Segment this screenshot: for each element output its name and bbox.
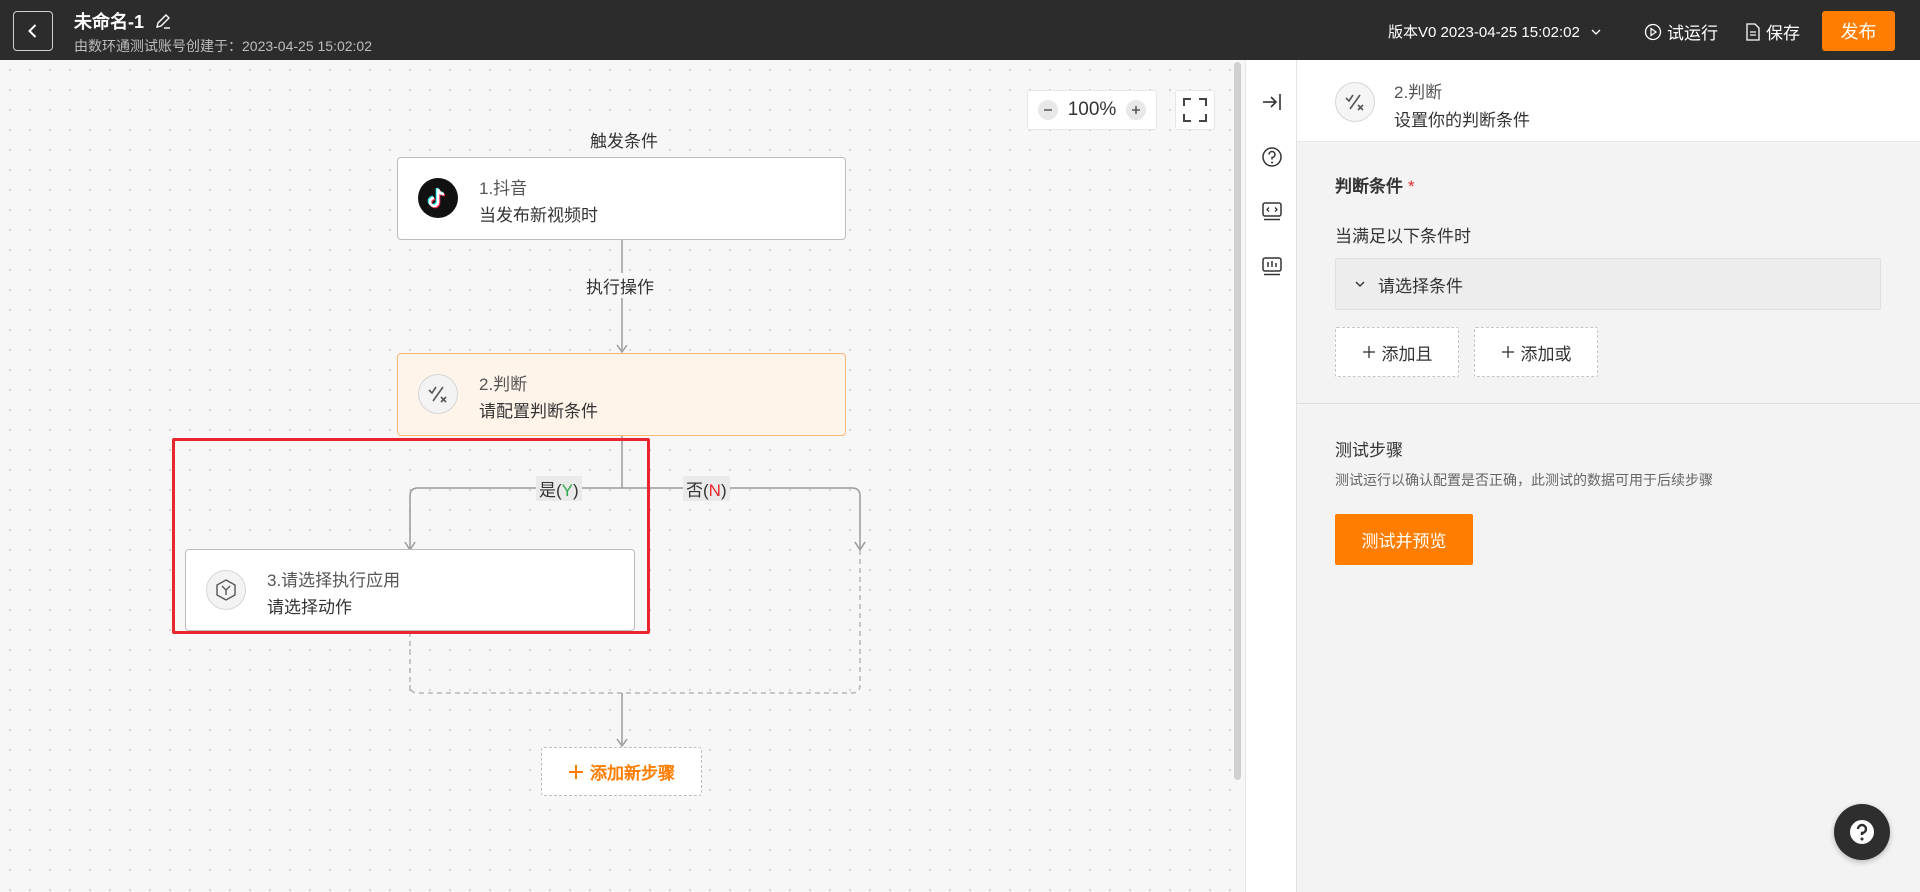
node-title: 1.抖音 — [479, 179, 528, 198]
app-cube-icon — [206, 570, 246, 610]
help-floating-button[interactable] — [1834, 804, 1890, 860]
required-mark: * — [1408, 177, 1415, 196]
help-button[interactable] — [1259, 144, 1285, 170]
branch-yes-prefix: 是( — [539, 481, 562, 500]
publish-button[interactable]: 发布 — [1822, 11, 1895, 51]
branch-yes-suffix: ) — [573, 481, 579, 500]
branch-no-key: N — [708, 481, 721, 500]
add-new-step-label: 添加新步骤 — [590, 764, 675, 783]
save-label: 保存 — [1766, 24, 1800, 43]
collapse-right-icon — [1263, 94, 1281, 110]
side-tool-rail — [1245, 60, 1296, 892]
workflow-title-text: 未命名-1 — [74, 12, 145, 32]
code-view-button[interactable] — [1259, 198, 1285, 224]
branch-no-suffix: ) — [720, 481, 727, 500]
condition-select-placeholder: 请选择条件 — [1378, 276, 1463, 296]
trial-run-label: 试运行 — [1667, 24, 1718, 43]
trial-run-button[interactable]: 试运行 — [1644, 19, 1718, 44]
code-icon — [1262, 202, 1282, 221]
version-dropdown[interactable]: 版本V0 2023-04-25 15:02:02 — [1388, 21, 1602, 42]
plus-icon — [1501, 346, 1514, 358]
condition-section-title-text: 判断条件 — [1335, 177, 1403, 196]
edit-icon[interactable] — [154, 12, 172, 30]
add-and-label: 添加且 — [1381, 344, 1433, 364]
add-or-button[interactable]: 添加或 — [1474, 327, 1598, 377]
collapse-panel-button[interactable] — [1259, 89, 1285, 115]
question-bubble-icon — [1850, 820, 1874, 844]
trigger-label: 触发条件 — [586, 127, 662, 152]
node-subtitle: 请配置判断条件 — [479, 402, 598, 421]
top-bar: 未命名-1 由数环通测试账号创建于：2023-04-25 15:02:02 版本… — [0, 0, 1920, 60]
add-and-button[interactable]: 添加且 — [1335, 327, 1459, 377]
created-info: 由数环通测试账号创建于：2023-04-25 15:02:02 — [74, 38, 372, 54]
node-trigger-douyin[interactable]: 1.抖音 当发布新视频时 — [397, 157, 846, 240]
panel-step-title: 2.判断 — [1394, 83, 1443, 102]
panel-step-subtitle: 设置你的判断条件 — [1394, 111, 1530, 130]
node-subtitle: 请选择动作 — [267, 598, 352, 617]
node-subtitle: 当发布新视频时 — [479, 206, 598, 225]
back-button[interactable] — [13, 11, 53, 51]
play-circle-icon — [1644, 23, 1662, 40]
version-label: 版本V0 2023-04-25 15:02:02 — [1388, 24, 1580, 41]
node-select-app[interactable]: 3.请选择执行应用 请选择动作 — [185, 549, 635, 631]
chevron-down-icon — [1591, 29, 1601, 35]
document-icon — [1746, 22, 1760, 41]
branch-no-tag[interactable]: 否(N) — [683, 476, 730, 501]
condition-icon — [418, 374, 458, 414]
branch-yes-key: Y — [561, 481, 574, 500]
question-circle-icon — [1262, 147, 1282, 167]
node-title: 2.判断 — [479, 375, 528, 394]
action-label: 执行操作 — [582, 273, 658, 298]
save-button[interactable]: 保存 — [1745, 19, 1800, 44]
chevron-down-icon — [1355, 281, 1365, 287]
node-title: 3.请选择执行应用 — [267, 571, 401, 590]
logs-button[interactable] — [1259, 253, 1285, 279]
condition-section-title: 判断条件 * — [1335, 172, 1415, 197]
test-preview-button[interactable]: 测试并预览 — [1335, 514, 1473, 565]
condition-icon — [1335, 82, 1375, 122]
add-new-step-button[interactable]: 添加新步骤 — [541, 747, 702, 796]
test-step-title: 测试步骤 — [1335, 441, 1403, 460]
plus-icon — [1362, 346, 1375, 358]
node-condition[interactable]: 2.判断 请配置判断条件 — [397, 353, 846, 436]
workflow-title: 未命名-1 — [74, 8, 172, 34]
panel-header: 2.判断 设置你的判断条件 — [1297, 60, 1920, 142]
chart-log-icon — [1262, 257, 1282, 276]
plus-icon — [569, 764, 583, 779]
branch-yes-tag[interactable]: 是(Y) — [536, 476, 582, 501]
section-divider — [1297, 403, 1920, 404]
chevron-left-icon — [28, 24, 37, 38]
add-or-label: 添加或 — [1520, 344, 1572, 364]
condition-select[interactable]: 请选择条件 — [1335, 258, 1881, 310]
flow-canvas[interactable]: 100% 触发条件 1.抖音 当发布新视频时 执行操作 2.判断 请配置判断条件… — [0, 60, 1245, 892]
condition-label: 当满足以下条件时 — [1335, 227, 1471, 246]
test-step-description: 测试运行以确认配置是否正确，此测试的数据可用于后续步骤 — [1335, 472, 1713, 488]
douyin-logo-icon — [418, 178, 458, 218]
branch-no-prefix: 否( — [686, 481, 709, 500]
step-config-panel: 2.判断 设置你的判断条件 判断条件 * 当满足以下条件时 请选择条件 添加且 添… — [1296, 60, 1920, 892]
